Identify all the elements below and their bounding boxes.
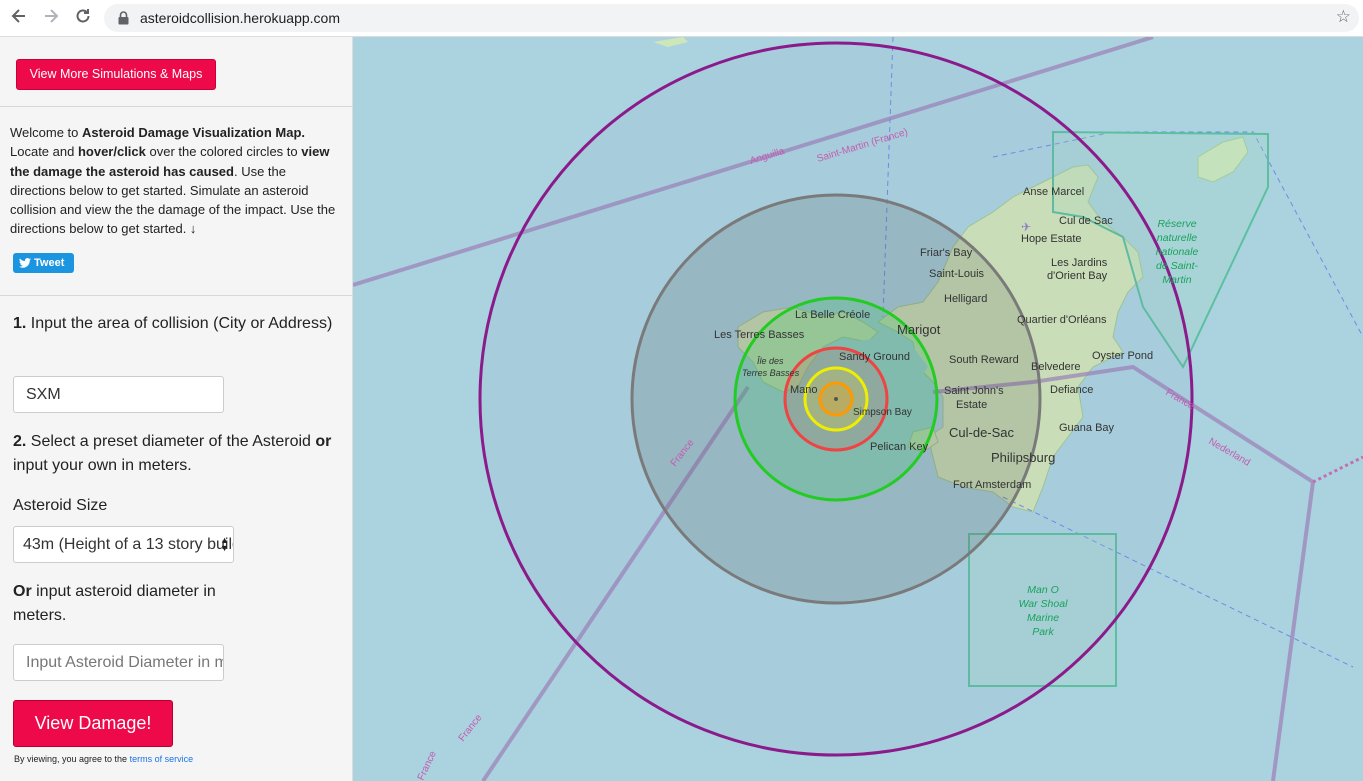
map-label: France [416, 749, 439, 781]
map-label: Friar's Bay [920, 247, 973, 259]
map-label: France [457, 712, 485, 744]
back-arrow-icon[interactable] [8, 7, 30, 29]
airport-icon: ✈ [1021, 220, 1031, 234]
map-label: Helligard [944, 293, 987, 305]
map-label: Man O [1027, 584, 1059, 596]
border-dotted [1312, 455, 1363, 484]
step1-instruction: 1. Input the area of collision (City or … [13, 315, 333, 332]
map-label: Pelican Key [870, 441, 929, 453]
map-label: Martin [1162, 274, 1191, 286]
map-label: Fort Amsterdam [953, 479, 1031, 491]
map-label: Saint-Louis [929, 268, 985, 280]
map-label: naturelle [1157, 232, 1197, 244]
map-label: Hope Estate [1021, 233, 1082, 245]
map-label: South Reward [949, 354, 1019, 366]
or-diameter-label: Or input asteroid diameter in meters. [13, 583, 216, 624]
map-label: Saint John's [944, 385, 1004, 397]
map-label: Philipsburg [991, 450, 1055, 465]
map-label: La Belle Créole [795, 309, 870, 321]
view-damage-button[interactable]: View Damage! [13, 700, 173, 747]
map-label: Park [1032, 626, 1054, 638]
map-label: Defiance [1050, 384, 1093, 396]
map-label: Marigot [897, 322, 941, 337]
map-label: Mano [790, 384, 818, 396]
map-label: Île des [757, 356, 784, 366]
terms-of-service-link[interactable]: terms of service [130, 754, 194, 764]
map-label: Les Terres Basses [714, 329, 805, 341]
address-bar[interactable]: asteroidcollision.herokuapp.com ☆ [104, 4, 1359, 32]
map-label: Réserve [1157, 218, 1196, 230]
map-label: Simpson Bay [853, 407, 912, 418]
forward-arrow-icon[interactable] [40, 7, 62, 29]
divider [0, 295, 353, 296]
map-label: Anse Marcel [1023, 186, 1084, 198]
map[interactable]: Anguilla Saint-Martin (France) Anse Marc… [353, 37, 1363, 781]
select-value: 43m (Height of a 13 story building) [23, 536, 233, 553]
select-arrows-icon: ▲ ▼ [220, 535, 229, 553]
tweet-button[interactable]: Tweet [13, 253, 74, 273]
map-label: nationale [1156, 246, 1199, 258]
sidebar: View More Simulations & Maps Welcome to … [0, 37, 353, 781]
map-canvas[interactable]: Anguilla Saint-Martin (France) Anse Marc… [353, 37, 1363, 781]
map-label: Cul-de-Sac [949, 425, 1015, 440]
asteroid-size-label: Asteroid Size [13, 497, 108, 514]
map-label: Quartier d'Orléans [1017, 314, 1107, 326]
asteroid-diameter-input[interactable]: Input Asteroid Diameter in meters [13, 644, 224, 681]
collision-area-input[interactable]: SXM [13, 376, 224, 413]
view-more-simulations-button[interactable]: View More Simulations & Maps [16, 59, 216, 90]
map-label: Marine [1027, 612, 1059, 624]
reload-icon[interactable] [72, 7, 94, 29]
asteroid-size-select[interactable]: 43m (Height of a 13 story building) ▲▼ [13, 526, 234, 563]
browser-toolbar: asteroidcollision.herokuapp.com ☆ [0, 0, 1363, 37]
impact-point [834, 397, 838, 401]
map-label: Sandy Ground [839, 351, 910, 363]
map-label: Estate [956, 399, 987, 411]
map-label: d'Orient Bay [1047, 270, 1108, 282]
welcome-text: Welcome to Asteroid Damage Visualization… [10, 125, 336, 237]
twitter-bird-icon [19, 258, 31, 268]
url-text: asteroidcollision.herokuapp.com [140, 10, 340, 26]
map-label: Guana Bay [1059, 422, 1115, 434]
lock-icon [118, 11, 129, 30]
map-label: de Saint- [1156, 260, 1199, 272]
step2-instruction: 2. Select a preset diameter of the Aster… [13, 433, 332, 474]
map-label: Oyster Pond [1092, 350, 1153, 362]
star-icon[interactable]: ☆ [1336, 7, 1351, 27]
anguilla-land [653, 37, 688, 47]
terms-notice: By viewing, you agree to the terms of se… [14, 754, 194, 764]
map-label: War Shoal [1019, 598, 1068, 610]
map-label: Belvedere [1031, 361, 1081, 373]
map-label: Les Jardins [1051, 257, 1108, 269]
divider [0, 106, 353, 107]
map-label: Cul de Sac [1059, 215, 1113, 227]
map-label: Terres Basses [742, 368, 800, 378]
